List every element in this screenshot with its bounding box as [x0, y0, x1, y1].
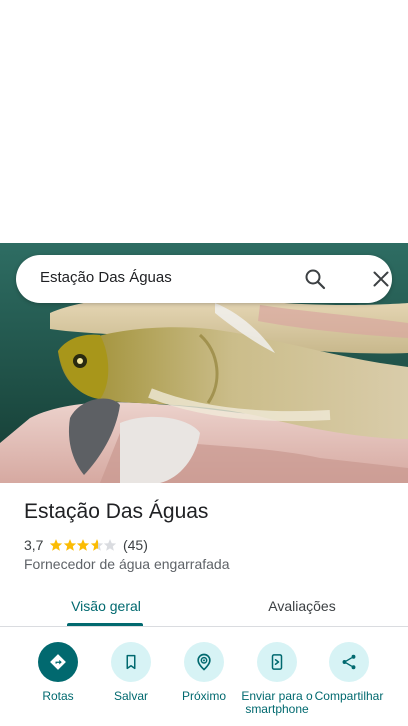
star-full-icon [50, 539, 63, 551]
review-count[interactable]: (45) [123, 537, 148, 553]
directions-button[interactable]: Rotas [20, 640, 96, 726]
bookmark-icon [111, 642, 151, 682]
save-button[interactable]: Salvar [93, 640, 169, 726]
nearby-label: Próximo [181, 689, 226, 703]
rating-value: 3,7 [24, 537, 44, 553]
send-to-phone-button[interactable]: Enviar para o smartphone [239, 640, 315, 726]
nearby-icon [184, 642, 224, 682]
send-to-phone-label: Enviar para o smartphone [241, 690, 313, 716]
directions-label: Rotas [42, 689, 74, 703]
directions-icon [38, 642, 78, 682]
share-icon [329, 642, 369, 682]
search-bar[interactable]: Estação Das Águas [16, 255, 392, 303]
star-empty-icon [104, 539, 117, 551]
search-icon[interactable] [303, 267, 327, 291]
share-label: Compartilhar [314, 690, 384, 703]
map-blank-area [0, 0, 408, 243]
star-full-icon [63, 539, 77, 551]
search-query-text[interactable]: Estação Das Águas [40, 269, 172, 286]
star-full-icon [77, 539, 90, 551]
place-category: Fornecedor de água engarrafada [24, 556, 230, 572]
tabs-divider [0, 626, 408, 627]
rating-row[interactable]: 3,7 (45) [24, 536, 148, 554]
place-tabs: Visão geral Avaliações [0, 586, 408, 628]
star-half-icon [90, 539, 104, 551]
action-buttons: Rotas Salvar Próximo Enviar para o smart… [0, 640, 408, 726]
rating-stars [49, 538, 117, 552]
nearby-button[interactable]: Próximo [166, 640, 242, 726]
save-label: Salvar [113, 689, 148, 703]
close-icon[interactable] [369, 267, 393, 291]
tab-overview[interactable]: Visão geral [52, 586, 160, 626]
tab-reviews[interactable]: Avaliações [246, 586, 358, 626]
share-button[interactable]: Compartilhar [311, 640, 387, 726]
place-name: Estação Das Águas [24, 500, 209, 523]
send-to-phone-icon [257, 642, 297, 682]
